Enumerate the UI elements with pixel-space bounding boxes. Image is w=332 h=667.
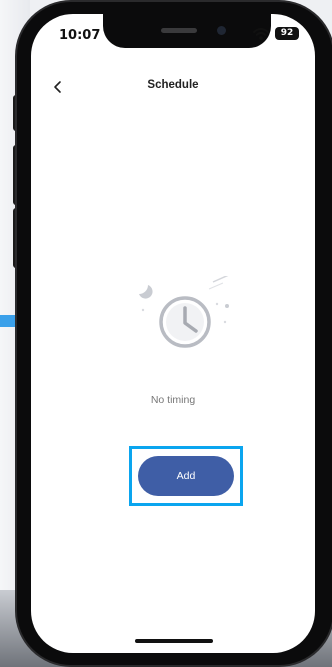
- status-time: 10:07: [59, 28, 101, 43]
- notch: [103, 14, 271, 48]
- front-camera: [217, 26, 226, 35]
- battery-indicator: 92: [275, 27, 299, 40]
- home-indicator[interactable]: [135, 639, 213, 643]
- wifi-icon: [253, 28, 269, 40]
- app-screen: 10:07 92 Schedule No timing Add: [31, 14, 315, 653]
- empty-clock-icon: [139, 276, 229, 348]
- add-button-highlight: Add: [129, 446, 243, 506]
- add-button[interactable]: Add: [138, 456, 234, 496]
- page-title: Schedule: [147, 79, 199, 91]
- empty-state-message: No timing: [150, 394, 196, 406]
- speaker-grille: [161, 28, 197, 33]
